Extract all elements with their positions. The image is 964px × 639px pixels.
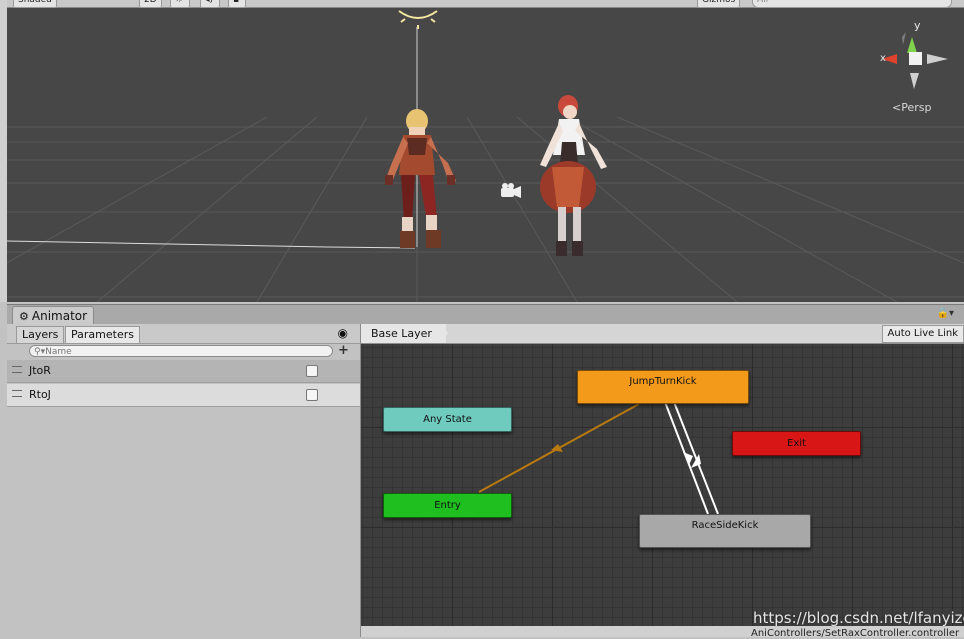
breadcrumb[interactable]: Base Layer — [361, 324, 446, 343]
parameter-row[interactable]: JtoR — [7, 360, 360, 383]
transition-race-to-jump[interactable] — [673, 401, 719, 515]
state-node-jumpturnkick[interactable]: JumpTurnKick — [577, 370, 749, 404]
tab-layers[interactable]: Layers — [16, 326, 65, 344]
parameter-name: RtoJ — [29, 388, 51, 401]
projection-toggle[interactable]: <Persp — [892, 101, 931, 114]
persp-icon: < — [892, 101, 902, 114]
projection-label: Persp — [901, 101, 932, 114]
scene-search-input[interactable]: All — [752, 0, 952, 8]
search-placeholder: Name — [45, 347, 72, 357]
animator-tab[interactable]: ⚙ Animator — [12, 306, 95, 325]
parameter-bool-checkbox[interactable] — [306, 389, 318, 401]
light-gizmo — [398, 10, 438, 29]
parameters-panel: Layers Parameters ◉ ⚲▾Name + JtoR RtoJ — [7, 324, 361, 637]
left-panel-tabs: Layers Parameters ◉ — [7, 324, 360, 344]
auto-live-link-button[interactable]: Auto Live Link — [881, 325, 964, 343]
parameter-row[interactable]: RtoJ — [7, 384, 360, 407]
animator-tab-label: Animator — [31, 309, 88, 323]
scene-toolbar: Shaded 2D ☼ ◂) ▪ Gizmos All — [7, 0, 964, 8]
drag-handle-icon[interactable] — [12, 390, 22, 397]
entry-node[interactable]: Entry — [383, 493, 512, 518]
status-strip: AniControllers/SetRaxController.controll… — [361, 626, 964, 639]
parameter-search-input[interactable]: ⚲▾Name — [29, 345, 333, 357]
state-machine-graph[interactable]: Any State Entry Exit JumpTurnKick RaceSi… — [361, 344, 964, 626]
parameter-name: JtoR — [29, 364, 51, 377]
lighting-toggle-icon[interactable]: ☼ — [170, 0, 190, 8]
scene-grid — [7, 10, 964, 302]
search-icon: ⚲▾ — [34, 347, 46, 357]
drag-handle-icon[interactable] — [12, 366, 22, 373]
camera-icon — [501, 183, 521, 198]
eye-icon[interactable]: ◉ — [338, 326, 348, 340]
effects-toggle-icon[interactable]: ▪ — [228, 0, 246, 8]
orientation-gizmo — [882, 32, 948, 89]
animator-tab-bar: ⚙ Animator 🔒▾ — [7, 304, 964, 325]
state-node-racesidekick[interactable]: RaceSideKick — [639, 514, 811, 548]
scene-left-edge — [0, 0, 7, 302]
breadcrumb-arrow — [440, 324, 448, 343]
character-right — [540, 95, 607, 256]
parameter-bool-checkbox[interactable] — [306, 365, 318, 377]
gizmos-dropdown[interactable]: Gizmos — [697, 0, 741, 8]
audio-toggle-icon[interactable]: ◂) — [200, 0, 220, 8]
controller-path: AniControllers/SetRaxController.controll… — [751, 628, 960, 639]
any-state-node[interactable]: Any State — [383, 407, 512, 432]
graph-header: Base Layer Auto Live Link — [361, 324, 964, 344]
watermark: https://blog.csdn.net/lfanyize — [753, 609, 964, 627]
lock-icon[interactable]: 🔒▾ — [937, 308, 954, 319]
scene-view[interactable]: Shaded 2D ☼ ◂) ▪ Gizmos All y x <Persp — [0, 0, 964, 302]
character-left — [385, 109, 456, 248]
gizmo-x-label: x — [880, 53, 886, 64]
tab-parameters[interactable]: Parameters — [65, 326, 140, 344]
gizmo-y-label: y — [914, 19, 921, 32]
add-parameter-button[interactable]: + — [338, 343, 349, 358]
2d-toggle[interactable]: 2D — [139, 0, 162, 8]
exit-node[interactable]: Exit — [732, 431, 861, 456]
shading-mode-dropdown[interactable]: Shaded — [13, 0, 57, 8]
